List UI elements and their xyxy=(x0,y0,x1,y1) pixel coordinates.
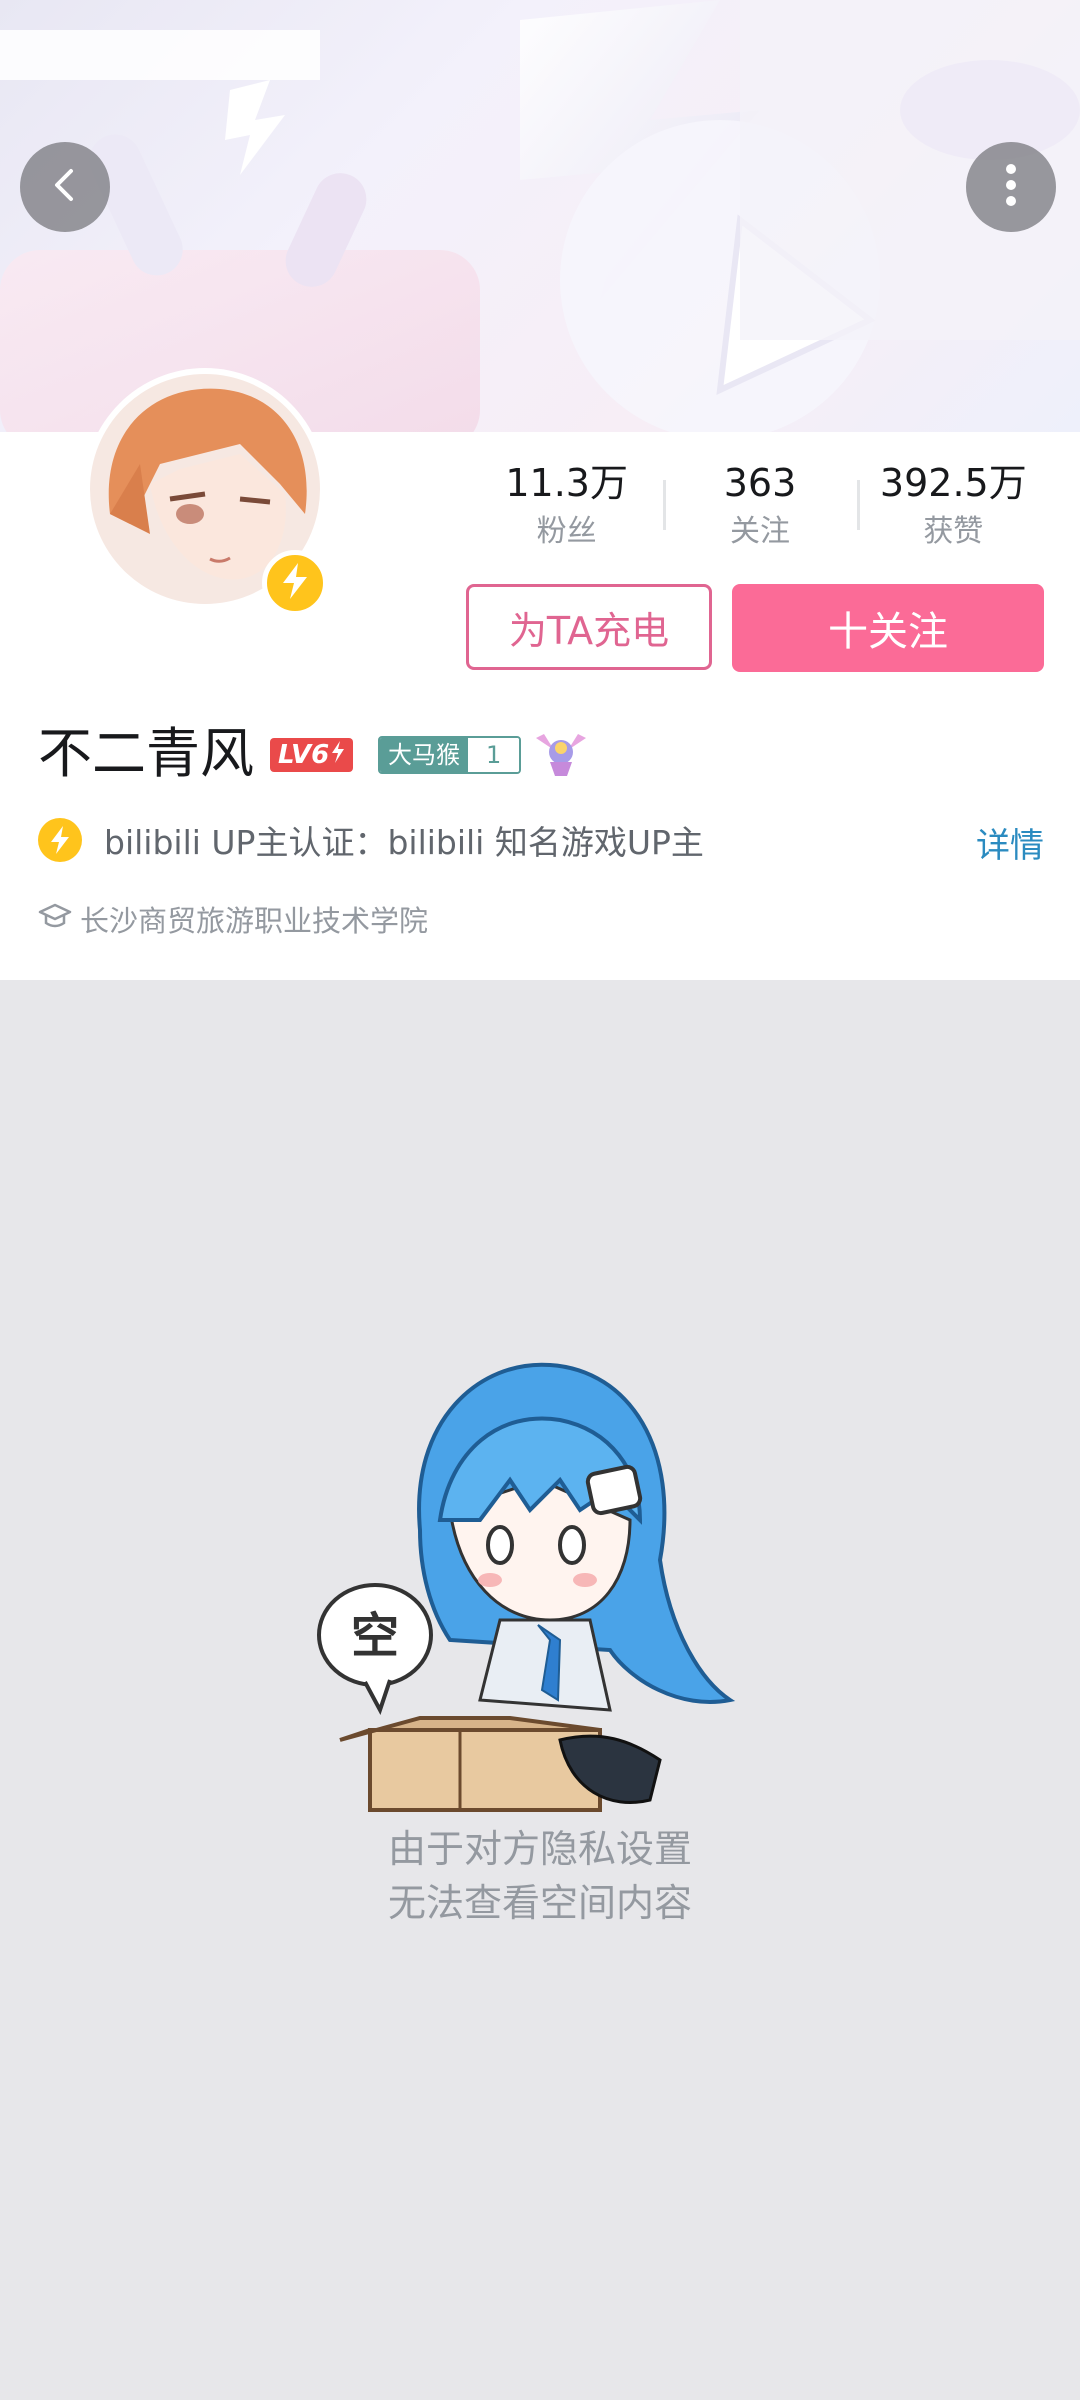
follow-button[interactable]: 十关注 xyxy=(732,584,1044,672)
stat-likes[interactable]: 392.5万 获赞 xyxy=(856,456,1050,556)
watermark-bar xyxy=(0,30,320,80)
verified-bolt-badge xyxy=(262,550,328,616)
stat-value: 392.5万 xyxy=(879,461,1027,505)
empty-state-line-1: 由于对方隐私设置 xyxy=(387,1827,692,1871)
stat-value: 11.3万 xyxy=(505,461,628,505)
charge-button[interactable]: 为TA充电 xyxy=(466,584,712,670)
verification-detail-link[interactable]: 详情 xyxy=(976,818,1044,867)
fan-medal-level: 1 xyxy=(468,738,520,772)
empty-state-message: 由于对方隐私设置 无法查看空间内容 xyxy=(0,1822,1080,1930)
lightning-icon xyxy=(331,740,345,770)
bubble-text: 空 xyxy=(351,1608,399,1664)
verification-row: bilibili UP主认证：bilibili 知名游戏UP主 xyxy=(38,816,704,864)
empty-state-line-2: 无法查看空间内容 xyxy=(387,1881,692,1925)
stat-label: 获赞 xyxy=(923,514,984,549)
empty-state-illustration: 空 xyxy=(310,1340,770,1824)
stat-label: 关注 xyxy=(729,514,790,549)
stat-fans[interactable]: 11.3万 粉丝 xyxy=(470,456,663,556)
stat-following[interactable]: 363 关注 xyxy=(663,456,856,556)
lightning-icon xyxy=(281,563,309,603)
stat-value: 363 xyxy=(723,461,797,505)
more-vertical-icon xyxy=(1001,163,1021,211)
chevron-left-icon xyxy=(45,165,85,209)
fan-medal-name: 大马猴 xyxy=(380,738,468,772)
fan-medal[interactable]: 大马猴 1 xyxy=(378,736,522,774)
more-options-button[interactable] xyxy=(966,142,1056,232)
level-badge: LV6 xyxy=(270,738,354,772)
lightning-icon xyxy=(38,818,82,862)
pendant-icon xyxy=(532,728,590,784)
stat-label: 粉丝 xyxy=(536,514,597,549)
graduation-cap-icon xyxy=(38,902,72,936)
username: 不二青风 xyxy=(38,722,254,785)
school-row: 长沙商贸旅游职业技术学院 xyxy=(38,898,428,940)
school-name: 长沙商贸旅游职业技术学院 xyxy=(80,904,429,938)
profile-banner xyxy=(0,0,1080,432)
profile-stats: 11.3万 粉丝 363 关注 392.5万 获赞 xyxy=(470,456,1050,556)
back-button[interactable] xyxy=(20,142,110,232)
verification-text: bilibili UP主认证：bilibili 知名游戏UP主 xyxy=(104,823,704,862)
level-text: LV6 xyxy=(278,740,330,770)
